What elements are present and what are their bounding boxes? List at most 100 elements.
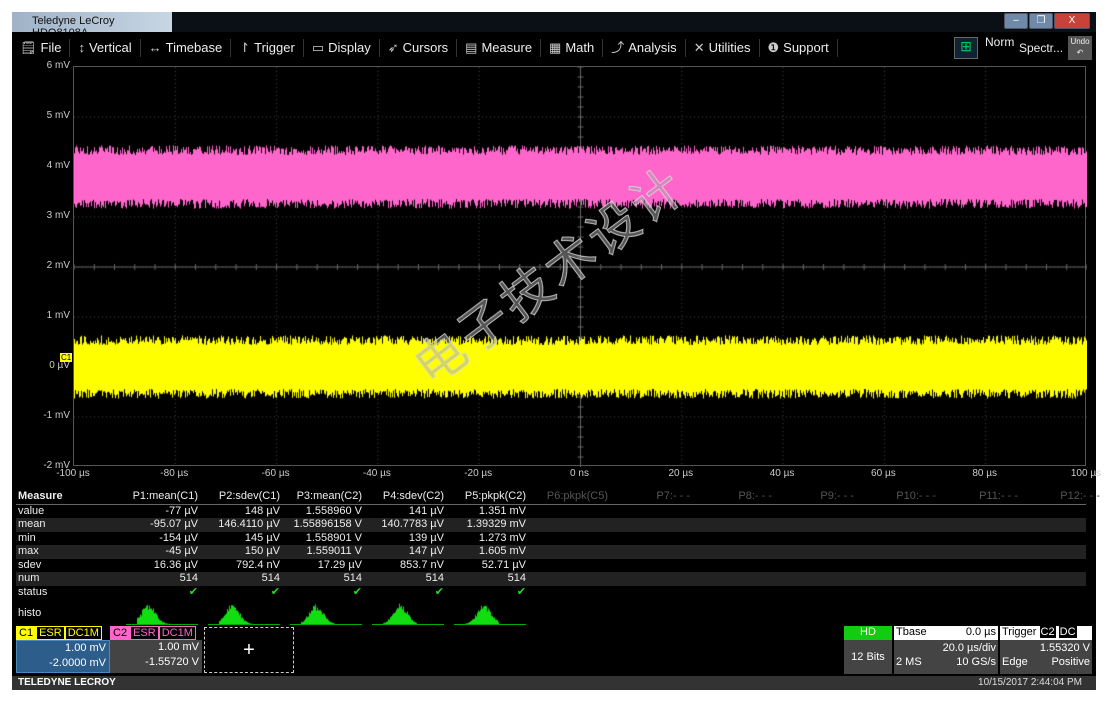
- channel-c1-descriptor[interactable]: C1 ESR DC1M 1.00 mV -2.0000 mV: [16, 626, 110, 674]
- menu-utilities[interactable]: ✕ Utilities: [686, 39, 760, 57]
- measure-cell: 1.55896158 V: [280, 518, 362, 532]
- menu-label: Math: [565, 40, 594, 55]
- measure-cell: ✔: [198, 586, 280, 600]
- measure-cell: 146.4110 µV: [198, 518, 280, 532]
- menu-support[interactable]: ❶ Support: [760, 39, 838, 57]
- restore-button[interactable]: ❐: [1029, 13, 1053, 29]
- menu-bar: 🗒 File ↕ Vertical ↔ Timebase ↾ Trigger ▭ Display ➶…: [12, 32, 1096, 64]
- measure-column-inactive[interactable]: P11:- - -: [936, 490, 1018, 504]
- brand-logo: TELEDYNE LECROY: [18, 676, 116, 690]
- menu-cursors[interactable]: ➶ Cursors: [380, 39, 457, 57]
- measure-cell: 853.7 nV: [362, 559, 444, 573]
- measure-column-header[interactable]: P2:sdev(C1): [198, 490, 280, 504]
- c1-ground-marker[interactable]: C1: [60, 353, 72, 362]
- measure-cell: 514: [116, 572, 198, 586]
- trigger-level: 1.55320 V: [1000, 640, 1092, 656]
- measure-column-header[interactable]: P4:sdev(C2): [362, 490, 444, 504]
- measure-cell: 1.558901 V: [280, 532, 362, 546]
- spectrum-button[interactable]: Spectr...: [1019, 41, 1063, 55]
- close-button[interactable]: X: [1054, 13, 1090, 29]
- c1-label: C1: [16, 626, 36, 640]
- menu-file[interactable]: 🗒 File: [12, 39, 70, 57]
- menu-display[interactable]: ▭ Display: [304, 39, 380, 57]
- x-tick-label: 0 ns: [550, 468, 610, 479]
- measure-cell: -95.07 µV: [116, 518, 198, 532]
- measure-row: mean -95.07 µV 146.4110 µV 1.55896158 V 140.…: [16, 518, 1086, 532]
- x-tick-label: 20 µs: [651, 468, 711, 479]
- measure-column-inactive[interactable]: P7:- - -: [608, 490, 690, 504]
- menu-label: Cursors: [403, 40, 449, 55]
- measure-row: num 514 514 514 514 514: [16, 572, 1086, 586]
- measure-column-inactive[interactable]: P12:- - -: [1018, 490, 1100, 504]
- measure-row: sdev 16.36 µV 792.4 nV 17.29 µV 853.7 nV 52.7…: [16, 559, 1086, 573]
- measure-cell: 514: [198, 572, 280, 586]
- trigger-slope: Positive: [1051, 656, 1090, 668]
- measure-column-header[interactable]: P3:mean(C2): [280, 490, 362, 504]
- measure-cell: 1.559011 V: [280, 545, 362, 559]
- histogram-thumbnail[interactable]: [208, 603, 280, 625]
- row-label: min: [18, 532, 36, 546]
- measure-cell: ✔: [362, 586, 444, 600]
- menu-label: Measure: [481, 40, 532, 55]
- c2-esr: ESR: [130, 626, 159, 640]
- y-tick-label: -1 mV: [12, 410, 70, 421]
- measure-title: Measure: [18, 490, 63, 504]
- menu-analysis[interactable]: ⤴ Analysis: [603, 39, 685, 57]
- timebase-box[interactable]: Tbase 0.0 µs 20.0 µs/div 2 MS 10 GS/s: [894, 626, 998, 674]
- menu-label: Vertical: [89, 40, 132, 55]
- measure-column-header[interactable]: P1:mean(C1): [116, 490, 198, 504]
- measure-column-inactive[interactable]: P10:- - -: [854, 490, 936, 504]
- trigger-box[interactable]: Trigger C2 DC 1.55320 V Edge Positive: [1000, 626, 1092, 674]
- row-label: status: [18, 586, 47, 600]
- acquisition-box[interactable]: HD 12 Bits: [844, 626, 892, 674]
- undo-button[interactable]: Undo ↶: [1068, 36, 1092, 60]
- x-tick-label: -20 µs: [448, 468, 508, 479]
- x-tick-label: 80 µs: [955, 468, 1015, 479]
- measure-row: max -45 µV 150 µV 1.559011 V 147 µV 1.605 mV: [16, 545, 1086, 559]
- measure-cell: ✔: [444, 586, 526, 600]
- trigger-mode-button[interactable]: Norm: [985, 35, 1014, 49]
- x-tick-label: -100 µs: [43, 468, 103, 479]
- status-bar: TELEDYNE LECROY 10/15/2017 2:44:04 PM: [12, 676, 1096, 690]
- chart-icon: ⤴: [611, 40, 624, 55]
- row-label: max: [18, 545, 39, 559]
- menu-vertical[interactable]: ↕ Vertical: [70, 39, 140, 57]
- title-bar: Teledyne LeCroy HDO8108A – ❐ X: [12, 12, 1096, 32]
- histogram-thumbnail[interactable]: [290, 603, 362, 625]
- x-tick-label: 40 µs: [752, 468, 812, 479]
- menu-label: File: [41, 40, 62, 55]
- menu-label: Utilities: [709, 40, 751, 55]
- hd-badge: HD: [844, 626, 892, 640]
- measure-column-inactive[interactable]: P9:- - -: [772, 490, 854, 504]
- horizontal-arrows-icon: ↔: [149, 40, 162, 55]
- measure-cell: -45 µV: [116, 545, 198, 559]
- measure-column-inactive[interactable]: P6:pkpk(C5): [526, 490, 608, 504]
- measure-icon: ▤: [465, 40, 477, 55]
- menu-math[interactable]: ▦ Math: [541, 39, 603, 57]
- y-tick-label: 1 mV: [12, 310, 70, 321]
- minimize-button[interactable]: –: [1004, 13, 1028, 29]
- add-channel-button[interactable]: +: [204, 627, 294, 673]
- measure-column-header[interactable]: P5:pkpk(C2): [444, 490, 526, 504]
- grid-layout-button[interactable]: ⊞: [954, 37, 978, 59]
- row-label: sdev: [18, 559, 41, 573]
- undo-label: Undo: [1070, 37, 1089, 46]
- measure-column-inactive[interactable]: P8:- - -: [690, 490, 772, 504]
- menu-timebase[interactable]: ↔ Timebase: [141, 39, 232, 57]
- x-tick-label: 100 µs: [1056, 468, 1108, 479]
- trigger-type: Edge: [1002, 656, 1028, 668]
- measure-cell: 140.7783 µV: [362, 518, 444, 532]
- menu-trigger[interactable]: ↾ Trigger: [231, 39, 304, 57]
- timebase-label: Tbase: [896, 626, 927, 640]
- histogram-thumbnail[interactable]: [454, 603, 526, 625]
- datetime: 10/15/2017 2:44:04 PM: [978, 676, 1082, 690]
- channel-c2-descriptor[interactable]: C2 ESR DC1M 1.00 mV -1.55720 V: [110, 626, 202, 674]
- timebase-delay: 0.0 µs: [966, 626, 996, 640]
- window-title: Teledyne LeCroy HDO8108A: [12, 12, 172, 32]
- measure-row: min -154 µV 145 µV 1.558901 V 139 µV 1.273 mV: [16, 532, 1086, 546]
- c1-esr: ESR: [36, 626, 65, 640]
- menu-measure[interactable]: ▤ Measure: [457, 39, 541, 57]
- measure-cell: 141 µV: [362, 505, 444, 519]
- histogram-thumbnail[interactable]: [372, 603, 444, 625]
- histogram-thumbnail[interactable]: [126, 603, 198, 625]
